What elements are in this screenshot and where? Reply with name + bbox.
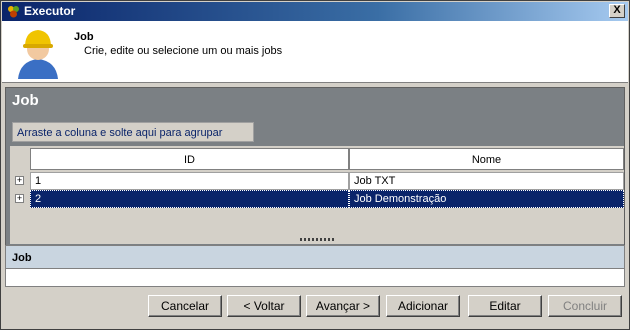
column-header-nome[interactable]: Nome	[349, 148, 624, 170]
wizard-header: Job Crie, edite ou selecione um ou mais …	[2, 21, 628, 83]
cell-nome[interactable]: Job Demonstração	[349, 190, 624, 208]
header-subtitle: Crie, edite ou selecione um ou mais jobs	[84, 45, 283, 57]
detail-title: Job	[12, 252, 32, 264]
group-by-drop-area[interactable]: Arraste a coluna e solte aqui para agrup…	[12, 122, 254, 142]
add-button[interactable]: Adicionar	[386, 295, 460, 317]
finish-button: Concluir	[548, 295, 622, 317]
table-row[interactable]: + 1 Job TXT	[10, 172, 624, 190]
detail-panel: Job	[5, 245, 625, 287]
cell-id[interactable]: 2	[30, 190, 349, 208]
table-row-selected[interactable]: + 2 Job Demonstração	[10, 190, 624, 208]
app-icon	[8, 6, 19, 18]
worker-avatar-icon	[18, 30, 58, 79]
next-button[interactable]: Avançar >	[306, 295, 380, 317]
executor-window: Executor X Job Crie, edite ou selecione …	[0, 0, 630, 330]
grip-icon	[300, 238, 334, 241]
job-grid: ID Nome + 1 Job TXT + 2 Job Demonstração	[10, 146, 624, 236]
cancel-button[interactable]: Cancelar	[148, 295, 222, 317]
detail-body	[5, 269, 625, 287]
back-button[interactable]: < Voltar	[227, 295, 301, 317]
expand-icon[interactable]: +	[15, 194, 24, 203]
cell-nome[interactable]: Job TXT	[349, 172, 624, 190]
header-title: Job	[74, 31, 94, 43]
title-bar[interactable]: Executor X	[2, 2, 628, 21]
panel-title: Job	[12, 92, 39, 109]
splitter-handle[interactable]	[10, 236, 624, 244]
close-button[interactable]: X	[609, 4, 625, 18]
grid-header: ID Nome	[30, 148, 624, 170]
detail-header: Job	[5, 245, 625, 269]
window-title: Executor	[24, 4, 76, 18]
expand-icon[interactable]: +	[15, 176, 24, 185]
cell-id[interactable]: 1	[30, 172, 349, 190]
edit-button[interactable]: Editar	[468, 295, 542, 317]
column-header-id[interactable]: ID	[30, 148, 349, 170]
